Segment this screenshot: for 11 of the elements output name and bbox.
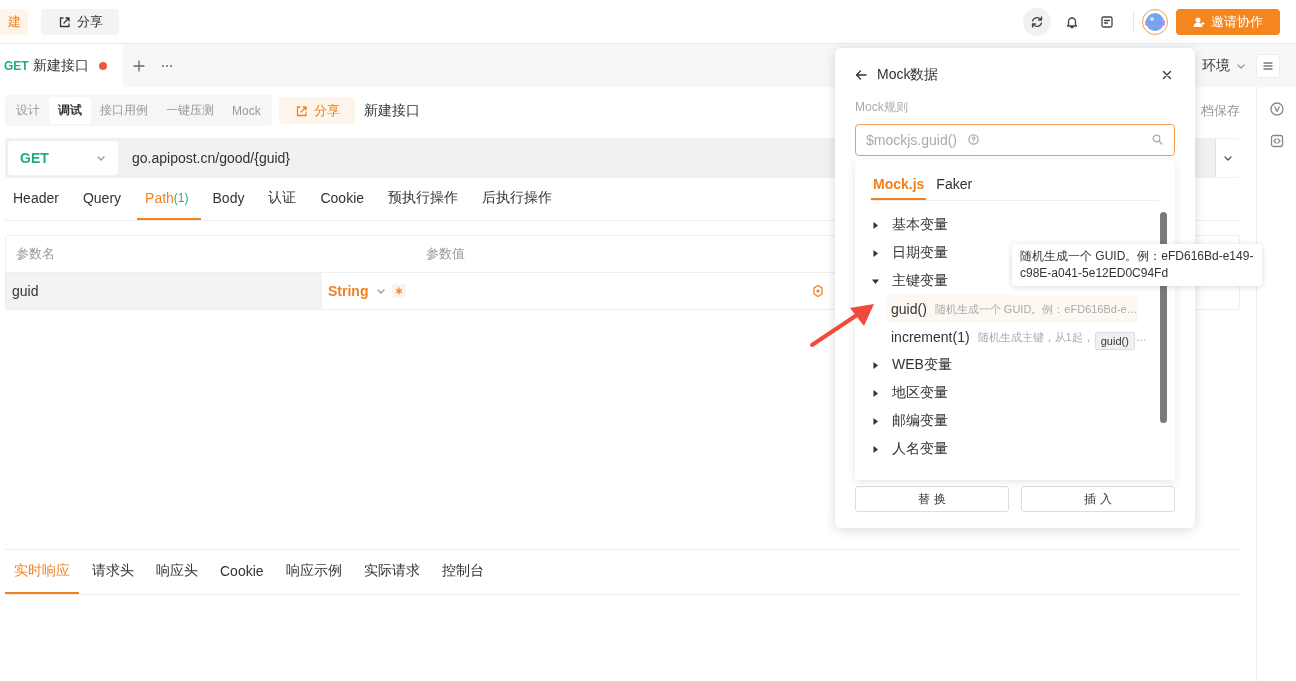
hint-tooltip: guid() xyxy=(1094,332,1135,350)
panel-title: Mock数据 xyxy=(877,66,939,84)
field-label: Mock规则 xyxy=(855,99,909,116)
tooltip: 随机生成一个 GUID。例：eFD616Bd-e149-c98E-a041-5e12ED0C94Fd xyxy=(1012,244,1262,286)
table-cell: guid xyxy=(6,273,322,309)
function-name: increment(1) xyxy=(891,329,970,345)
column-header: 参数值 xyxy=(425,245,466,263)
ellipsis: … xyxy=(1135,331,1147,343)
column-header: 参数名 xyxy=(15,245,56,263)
function-name: guid() xyxy=(891,301,927,317)
function-description: 随机生成主键，从1起， xyxy=(977,329,1094,345)
